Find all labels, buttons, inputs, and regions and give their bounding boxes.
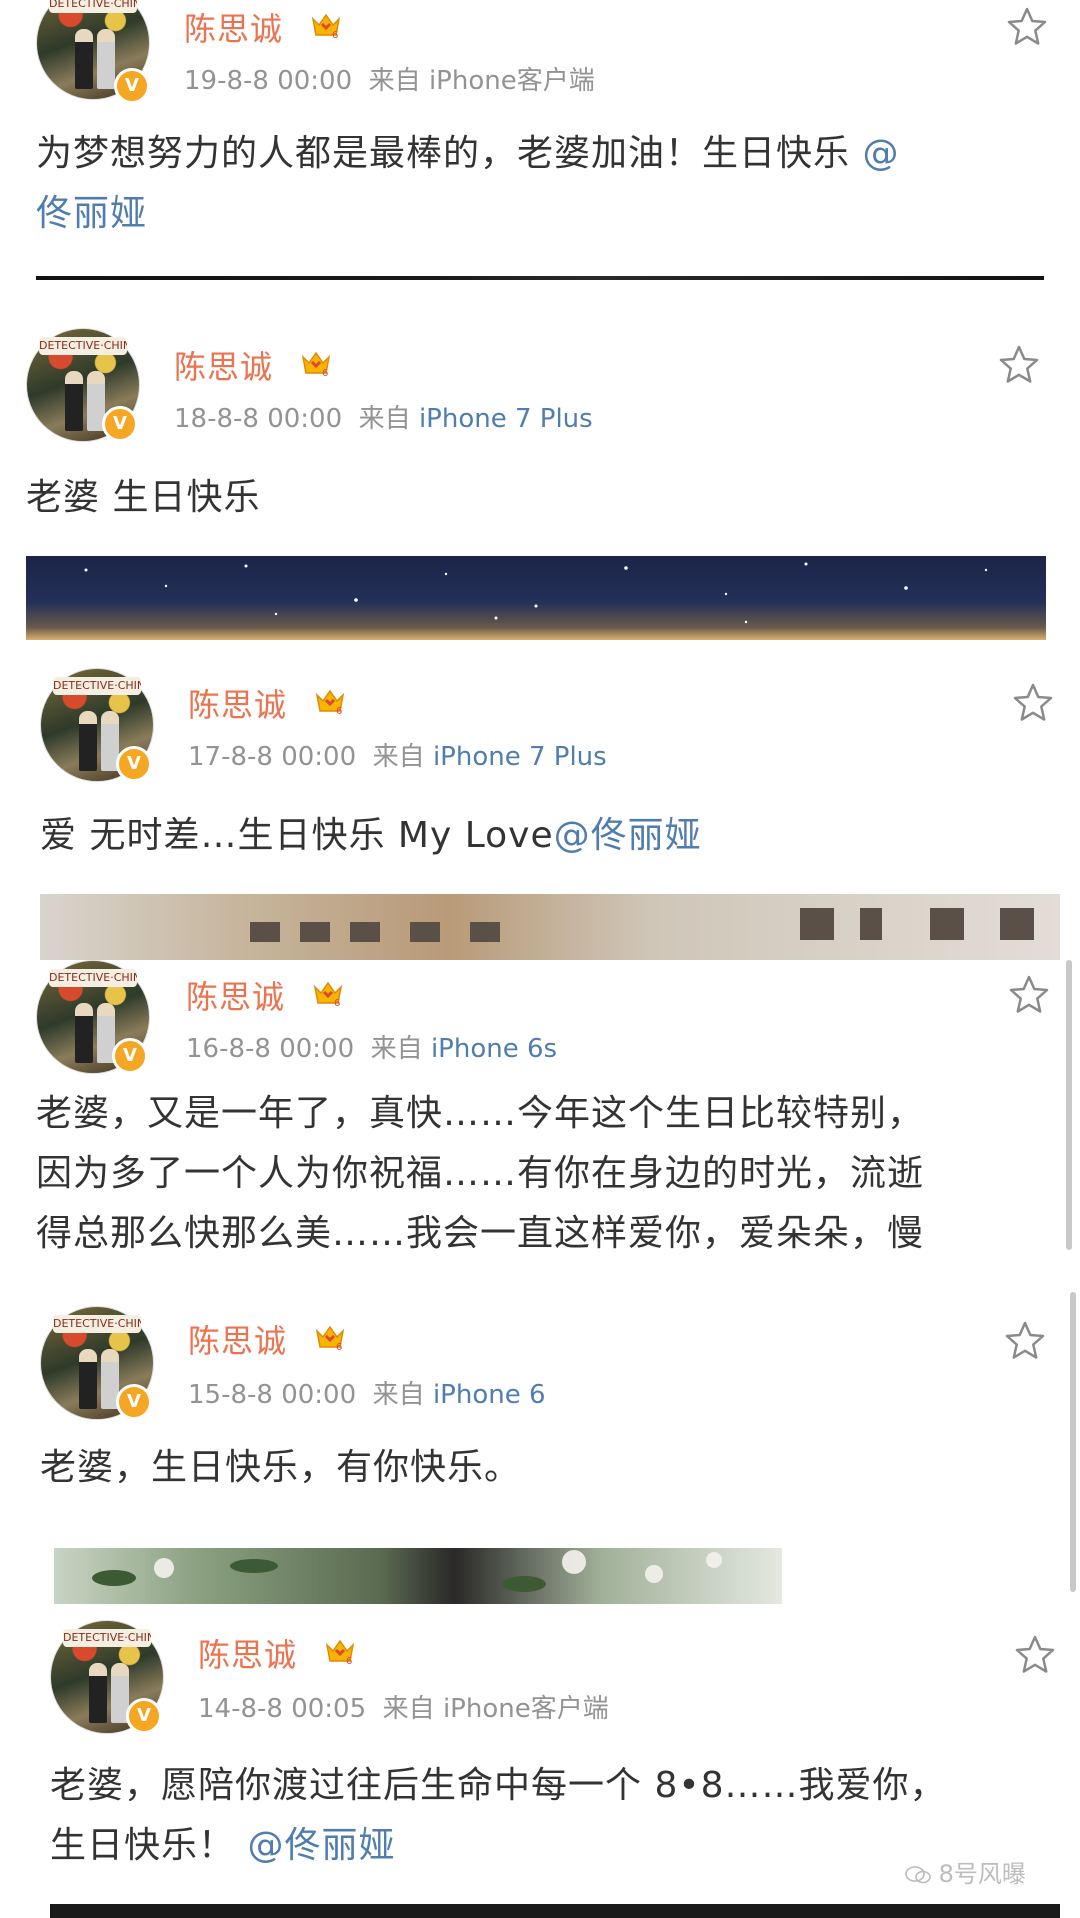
post-text: 老婆，生日快乐，有你快乐。 [40,1447,522,1488]
via-label: 来自 [372,742,425,772]
post-time: 15-8-8 00:00 [188,1380,357,1410]
via-label: 来自 [370,1034,423,1064]
favorite-star-icon[interactable] [1008,974,1050,1016]
verified-badge-icon: V [116,746,152,782]
weibo-post-2016: DETECTIVE·CHINATOWN V 陈思诚 6 16-8-8 00:00… [0,960,1080,1292]
post-text-line-1: 老婆，又是一年了，真快……今年这个生日比较特别， [36,1093,925,1134]
scrollbar[interactable] [1070,1292,1076,1592]
via-label: 来自 [368,66,421,96]
post-text-line-2: 因为多了一个人为你祝福……有你在身边的时光，流逝 [36,1153,925,1194]
watermark-text: 8号风曝 [938,1860,1026,1888]
vip-crown-icon: 6 [325,1639,355,1666]
avatar-sign: DETECTIVE·CHINATOWN [53,1315,141,1333]
verified-badge-icon: V [116,1384,152,1420]
vip-level: 6 [336,1342,342,1352]
mention-link[interactable]: 佟丽娅 [36,193,147,234]
weibo-post-2014: DETECTIVE·CHINATOWN V 陈思诚 6 14-8-8 00:05… [0,1604,1080,1918]
post-source: iPhone客户端 [428,66,595,96]
vip-crown-icon: 6 [315,1325,345,1352]
post-source[interactable]: iPhone 6 [433,1380,546,1410]
post-image[interactable] [26,556,1046,640]
post-image[interactable] [54,1548,782,1604]
post-time: 19-8-8 00:00 [184,66,353,96]
post-text-line-2: 生日快乐！ @佟丽娅 [50,1825,396,1866]
post-image[interactable] [36,276,1044,280]
post-source[interactable]: iPhone 7 Plus [419,404,593,434]
verified-badge-icon: V [112,1038,148,1074]
watermark: 8号风曝 [905,1854,1026,1889]
favorite-star-icon[interactable] [1004,1320,1046,1362]
post-meta: 16-8-8 00:00 来自 iPhone 6s [186,1028,557,1065]
mention-link[interactable]: @佟丽娅 [247,1825,395,1866]
vip-crown-icon: 6 [311,13,341,40]
flower-graphic [92,1550,722,1592]
username[interactable]: 陈思诚 [186,972,285,1018]
username[interactable]: 陈思诚 [184,4,283,50]
vip-crown-icon: 6 [315,689,345,716]
username[interactable]: 陈思诚 [188,1316,287,1362]
weibo-post-2018: DETECTIVE·CHINATOWN V 陈思诚 6 18-8-8 00:00… [0,320,1080,640]
avatar-sign: DETECTIVE·CHINATOWN [63,1629,151,1647]
vip-level: 6 [332,30,338,40]
post-image[interactable] [40,894,1060,960]
weibo-post-2019: DETECTIVE·CHINATOWN V 陈思诚 6 19-8-8 00:00… [0,0,1080,280]
verified-badge-icon: V [114,68,150,104]
post-text: 爱 无时差…生日快乐 My Love@佟丽娅 [40,815,702,856]
vip-level: 6 [346,1656,352,1666]
post-meta: 18-8-8 00:00 来自 iPhone 7 Plus [174,398,593,435]
weibo-post-2017: DETECTIVE·CHINATOWN V 陈思诚 6 17-8-8 00:00… [0,640,1080,960]
night-sky-graphic [84,562,988,624]
vip-level: 6 [334,998,340,1008]
post-time: 18-8-8 00:00 [174,404,343,434]
post-meta: 17-8-8 00:00 来自 iPhone 7 Plus [188,736,607,773]
scrollbar[interactable] [1066,960,1072,1250]
username[interactable]: 陈思诚 [174,342,273,388]
weibo-post-2015: DETECTIVE·CHINATOWN V 陈思诚 6 15-8-8 00:00… [0,1292,1080,1604]
post-text-line-1: 老婆，愿陪你渡过往后生命中每一个 8•8……我爱你， [50,1765,947,1806]
post-text-line-1: 为梦想努力的人都是最棒的，老婆加油！生日快乐 @ [36,133,900,174]
avatar-sign: DETECTIVE·CHINATOWN [49,0,137,13]
vip-crown-icon: 6 [313,981,343,1008]
username[interactable]: 陈思诚 [198,1630,297,1676]
favorite-star-icon[interactable] [1012,682,1054,724]
verified-badge-icon: V [102,406,138,442]
avatar-sign: DETECTIVE·CHINATOWN [39,337,127,355]
post-time: 16-8-8 00:00 [186,1034,355,1064]
post-text-line-2: 佟丽娅 [36,184,147,244]
mention-link[interactable]: @ [862,133,899,174]
vip-level: 6 [322,368,328,378]
post-time: 17-8-8 00:00 [188,742,357,772]
post-source[interactable]: iPhone 7 Plus [433,742,607,772]
mention-link[interactable]: @佟丽娅 [554,815,702,856]
avatar-sign: DETECTIVE·CHINATOWN [49,969,137,987]
post-meta: 19-8-8 00:00 来自 iPhone客户端 [184,60,595,97]
username[interactable]: 陈思诚 [188,680,287,726]
avatar-sign: DETECTIVE·CHINATOWN [53,677,141,695]
via-label: 来自 [382,1694,435,1724]
post-text-line-3: 得总那么快那么美……我会一直这样爱你，爱朵朵，慢 [36,1213,925,1254]
vip-crown-icon: 6 [301,351,331,378]
post-meta: 14-8-8 00:05 来自 iPhone客户端 [198,1688,609,1725]
post-image[interactable] [50,1904,1060,1918]
favorite-star-icon[interactable] [1014,1634,1056,1676]
favorite-star-icon[interactable] [998,344,1040,386]
post-time: 14-8-8 00:05 [198,1694,367,1724]
favorite-star-icon[interactable] [1006,6,1048,48]
wechat-icon [905,1866,931,1884]
post-meta: 15-8-8 00:00 来自 iPhone 6 [188,1374,546,1411]
via-label: 来自 [358,404,411,434]
post-text: 老婆 生日快乐 [26,477,261,518]
verified-badge-icon: V [126,1698,162,1734]
vip-level: 6 [336,706,342,716]
post-source: iPhone客户端 [442,1694,609,1724]
post-source[interactable]: iPhone 6s [431,1034,557,1064]
building-graphic [250,908,1034,942]
via-label: 来自 [372,1380,425,1410]
